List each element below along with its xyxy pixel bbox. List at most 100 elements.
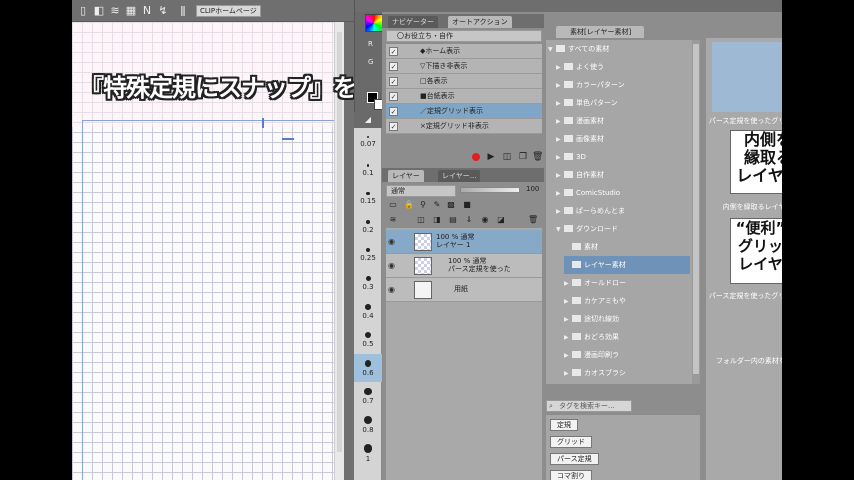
tree-item[interactable]: ▶ カケアミもや <box>564 292 690 310</box>
material-item-caption[interactable]: 内側を縁取るレイヤーセット <box>706 202 782 212</box>
material-item-caption[interactable]: パース定規を使ったグリッドレイヤー <box>706 116 782 126</box>
opacity-slider[interactable] <box>460 187 520 193</box>
draft-icon[interactable]: ✎ <box>432 200 442 210</box>
scroll-thumb[interactable] <box>693 44 699 374</box>
expand-arrow-icon[interactable]: ▶ <box>556 131 564 149</box>
clip-home-button[interactable]: CLIPホームページ <box>196 5 261 17</box>
panel-icon[interactable]: ▯ <box>76 4 90 18</box>
tree-item[interactable]: ▶ 単色パターン <box>556 94 690 112</box>
material-item-thumb[interactable] <box>712 42 782 112</box>
expand-arrow-icon[interactable]: ▶ <box>564 311 572 329</box>
tree-item[interactable]: ▶ 自作素材 <box>556 166 690 184</box>
tree-item[interactable]: 素材 <box>564 238 690 256</box>
expand-arrow-icon[interactable]: ▶ <box>556 95 564 113</box>
tree-item[interactable]: ▶ よく使う <box>556 58 690 76</box>
panel-toggle-icon[interactable]: ◧ <box>92 4 106 18</box>
material-item-caption[interactable]: パース定規を使ったグリッドレイヤー <box>706 291 782 301</box>
expand-arrow-icon[interactable]: ▶ <box>556 203 564 221</box>
lock-icon[interactable]: 🔒 <box>404 200 414 210</box>
enable-checkbox[interactable]: ✓ <box>389 92 398 101</box>
snap-icon[interactable]: ↯ <box>156 4 170 18</box>
brush-size-option[interactable]: 0.1 <box>354 158 382 186</box>
brush-size-option[interactable]: 0.2 <box>354 214 382 242</box>
material-item-thumb[interactable]: “便利”な グリッド レイヤー <box>730 218 782 284</box>
layer-row[interactable]: ◉ 100 % 通常 パース定規を使った <box>386 254 542 278</box>
duplicate-icon[interactable]: ❐ <box>518 152 528 162</box>
enable-checkbox[interactable]: ✓ <box>389 62 398 71</box>
reference-icon[interactable]: ⚲ <box>418 200 428 210</box>
tag-button[interactable]: パース定規 <box>550 453 599 465</box>
expand-arrow-icon[interactable]: ▶ <box>564 275 572 293</box>
tree-item[interactable]: ▼ ダウンロード <box>556 220 690 238</box>
tab-layer-property[interactable]: レイヤー... <box>438 170 481 182</box>
brush-size-option[interactable]: 0.5 <box>354 326 382 354</box>
grid-icon[interactable]: ▦ <box>124 4 138 18</box>
layer-row[interactable]: ◉ 用紙 <box>386 278 542 302</box>
material-item-thumb[interactable]: 内側を 縁取る レイヤー <box>730 130 782 194</box>
expand-arrow-icon[interactable]: ▼ <box>556 221 564 239</box>
enable-checkbox[interactable]: ✓ <box>389 47 398 56</box>
enable-checkbox[interactable]: ✓ <box>389 122 398 131</box>
new-folder-icon[interactable]: ▤ <box>448 215 458 225</box>
tree-item[interactable]: ▶ おどろ効果 <box>564 328 690 346</box>
tree-item[interactable]: ▶ 3D <box>556 148 690 166</box>
eye-icon[interactable]: ◉ <box>388 237 395 246</box>
brush-size-option[interactable]: 0.6 <box>354 354 382 382</box>
tree-item[interactable]: ▶ カオスブラシ <box>564 364 690 382</box>
record-icon[interactable] <box>472 153 480 161</box>
tree-item[interactable]: ▶ 漫画素材 <box>556 112 690 130</box>
auto-action-item[interactable]: ✓ ▽下描き非表示 <box>386 59 542 74</box>
expand-arrow-icon[interactable]: ▶ <box>564 365 572 383</box>
brush-size-option[interactable]: 1 <box>354 438 382 466</box>
blend-mode-select[interactable]: 通常 <box>386 185 456 197</box>
new-vector-icon[interactable]: ◨ <box>432 215 442 225</box>
eye-icon[interactable]: ◉ <box>388 261 395 270</box>
layer-stack-icon[interactable]: ≋ <box>388 215 398 225</box>
expand-arrow-icon[interactable]: ▶ <box>556 113 564 131</box>
auto-action-item[interactable]: ✓ ■台紙表示 <box>386 89 542 104</box>
show-all-materials-label[interactable]: フォルダー内の素材をすべて表示 <box>706 356 782 366</box>
brush-size-option[interactable]: 0.8 <box>354 410 382 438</box>
brush-size-option[interactable]: 0.7 <box>354 382 382 410</box>
layer-row[interactable]: ◉ 100 % 通常 レイヤー 1 <box>386 230 542 254</box>
brush-size-option[interactable]: 0.07 <box>354 130 382 158</box>
expand-arrow-icon[interactable]: ▶ <box>556 167 564 185</box>
palette-color-icon[interactable]: ■ <box>462 200 472 210</box>
tree-item[interactable]: ▶ 画像素材 <box>556 130 690 148</box>
brush-size-option[interactable]: 0.15 <box>354 186 382 214</box>
info-icon[interactable]: ǁ <box>176 4 190 18</box>
enable-checkbox[interactable]: ✓ <box>389 77 398 86</box>
tag-button[interactable]: グリッド <box>550 436 592 448</box>
mask-add-icon[interactable]: ◉ <box>480 215 490 225</box>
tab-auto-action[interactable]: オートアクション <box>448 16 512 28</box>
tree-item[interactable]: レイヤー素材 <box>564 256 690 274</box>
tab-navigator[interactable]: ナビゲーター <box>388 16 438 28</box>
color-wheel-icon[interactable] <box>365 14 383 32</box>
expand-arrow-icon[interactable]: ▶ <box>556 77 564 95</box>
tree-item[interactable]: ▶ ぱーらめんとま <box>556 202 690 220</box>
tab-material[interactable]: 素材[レイヤー素材] <box>556 26 644 38</box>
brush-size-option[interactable]: 0.3 <box>354 270 382 298</box>
new-action-icon[interactable]: ◫ <box>502 152 512 162</box>
ruler-add-icon[interactable]: ◪ <box>496 215 506 225</box>
auto-action-item[interactable]: ✓ ◆ホーム表示 <box>386 44 542 59</box>
brush-size-option[interactable]: 0.4 <box>354 298 382 326</box>
tag-search-input[interactable]: タグを検索キー... <box>546 400 632 412</box>
auto-action-set-select[interactable]: 〇お役立ち・自作 <box>386 30 542 42</box>
expand-arrow-icon[interactable]: ▶ <box>564 329 572 347</box>
expand-arrow-icon[interactable]: ▼ <box>548 41 556 59</box>
play-icon[interactable]: ▶ <box>486 152 496 162</box>
ruler-icon[interactable]: N <box>140 4 154 18</box>
expand-arrow-icon[interactable]: ▶ <box>556 185 564 203</box>
auto-action-item[interactable]: ✓ ／定規グリッド表示 <box>386 104 542 119</box>
layer-delete-icon[interactable]: 🗑 <box>528 215 538 225</box>
expand-arrow-icon[interactable]: ▶ <box>564 347 572 365</box>
new-raster-icon[interactable]: ◫ <box>416 215 426 225</box>
tag-button[interactable]: 定規 <box>550 419 578 431</box>
merge-icon[interactable]: ⇓ <box>464 215 474 225</box>
clip-icon[interactable]: ▭ <box>388 200 398 210</box>
tree-item[interactable]: ▶ ComicStudio <box>556 184 690 202</box>
delete-icon[interactable]: 🗑 <box>532 152 543 162</box>
layers-icon[interactable]: ≋ <box>108 4 122 18</box>
tab-layer[interactable]: レイヤー <box>388 170 424 182</box>
